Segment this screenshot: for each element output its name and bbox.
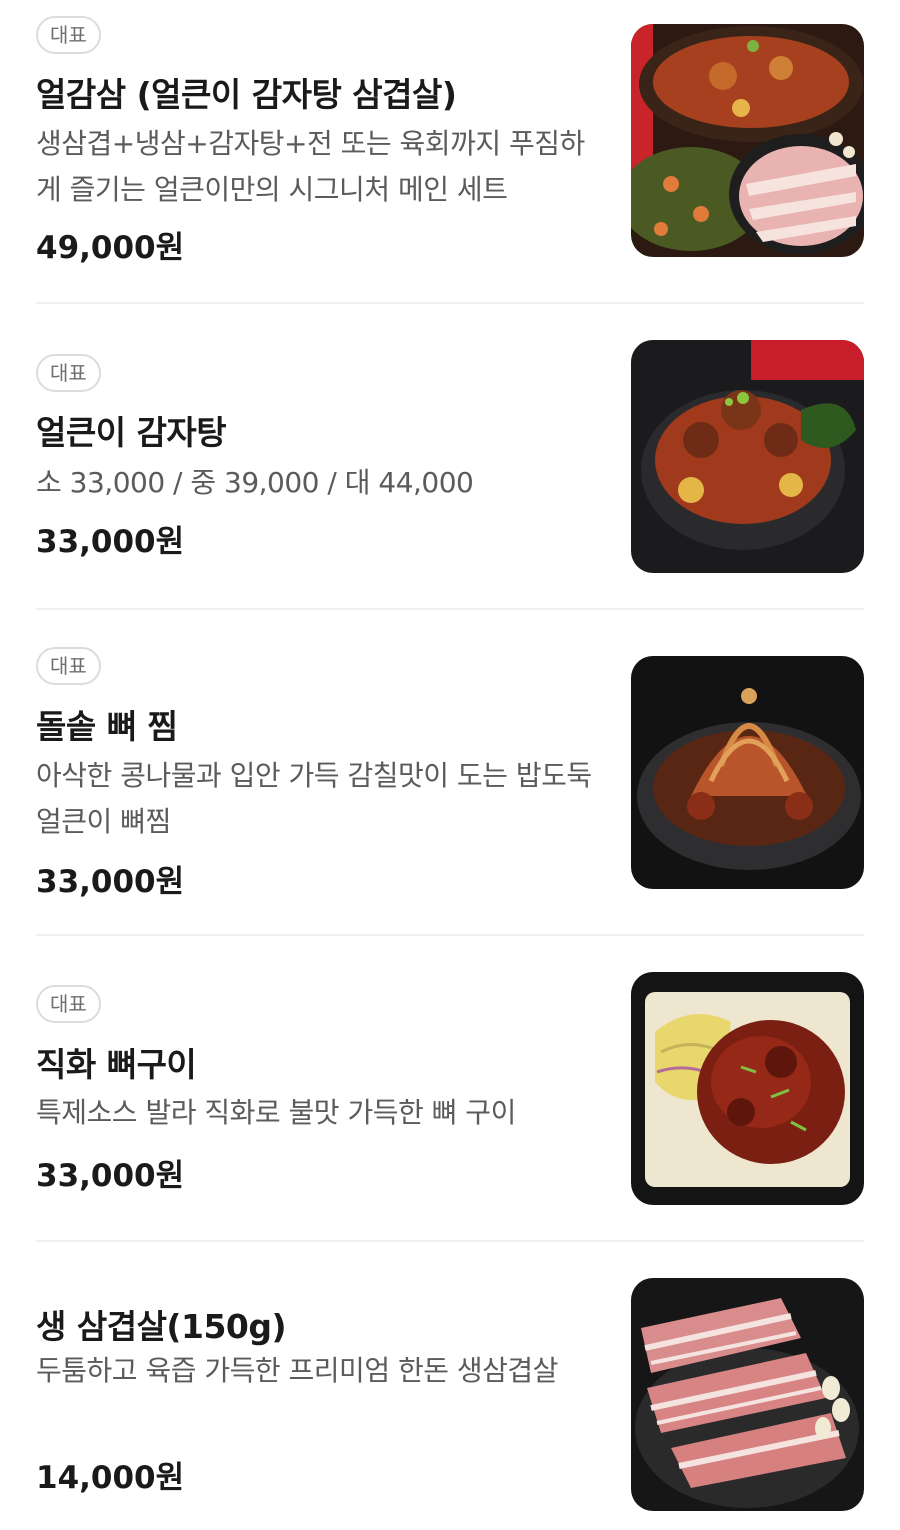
menu-item-description: 소 33,000 / 중 39,000 / 대 44,000 — [36, 466, 474, 499]
menu-item-price: 14,000원 — [36, 1460, 185, 1496]
divider — [36, 1240, 864, 1242]
signature-badge: 대표 — [36, 985, 101, 1023]
divider — [36, 934, 864, 936]
signature-badge: 대표 — [36, 354, 101, 392]
menu-item[interactable]: 대표 돌솥 뼈 찜 아삭한 콩나물과 입안 가득 감칠맛이 도는 밥도둑 얼큰이… — [36, 630, 864, 930]
divider — [36, 608, 864, 610]
signature-badge: 대표 — [36, 16, 101, 54]
menu-item-price: 33,000원 — [36, 524, 185, 560]
ppyeo-jjim-photo[interactable] — [631, 656, 864, 889]
menu-item-description: 두툼하고 육즙 가득한 프리미엄 한돈 생삼겹살 — [36, 1354, 558, 1387]
menu-item[interactable]: 대표 직화 뼈구이 특제소스 발라 직화로 불맛 가득한 뼈 구이 33,000… — [36, 960, 864, 1240]
gamjatang-samgyeopsal-set-photo[interactable] — [631, 24, 864, 257]
menu-item-description: 생삼겹+냉삼+감자탕+전 또는 육회까지 푸짐하게 즐기는 얼큰이만의 시그니처… — [36, 127, 585, 206]
menu-item-name: 직화 뼈구이 — [36, 1045, 197, 1084]
menu-item[interactable]: 대표 얼감삼 (얼큰이 감자탕 삼겹살) 생삼겹+냉삼+감자탕+전 또는 육회까… — [36, 0, 864, 300]
menu-item-name: 얼큰이 감자탕 — [36, 413, 227, 452]
menu-item[interactable]: 대표 얼큰이 감자탕 소 33,000 / 중 39,000 / 대 44,00… — [36, 320, 864, 605]
gamjatang-photo[interactable] — [631, 340, 864, 573]
menu-item-name: 돌솥 뼈 찜 — [36, 707, 178, 746]
menu-item[interactable]: 생 삼겹살(150g) 두툼하고 육즙 가득한 프리미엄 한돈 생삼겹살 14,… — [36, 1262, 864, 1530]
ppyeo-gui-photo[interactable] — [631, 972, 864, 1205]
menu-item-price: 33,000원 — [36, 864, 185, 900]
menu-item-name: 생 삼겹살(150g) — [36, 1307, 287, 1346]
menu-item-description: 특제소스 발라 직화로 불맛 가득한 뼈 구이 — [36, 1096, 516, 1129]
menu-item-price: 49,000원 — [36, 230, 185, 266]
menu-list: 대표 얼감삼 (얼큰이 감자탕 삼겹살) 생삼겹+냉삼+감자탕+전 또는 육회까… — [0, 0, 900, 1530]
menu-item-description: 아삭한 콩나물과 입안 가득 감칠맛이 도는 밥도둑 얼큰이 뼈찜 — [36, 759, 592, 838]
menu-item-name: 얼감삼 (얼큰이 감자탕 삼겹살) — [36, 75, 457, 114]
samgyeopsal-photo[interactable] — [631, 1278, 864, 1511]
divider — [36, 302, 864, 304]
signature-badge: 대표 — [36, 647, 101, 685]
menu-item-price: 33,000원 — [36, 1158, 185, 1194]
